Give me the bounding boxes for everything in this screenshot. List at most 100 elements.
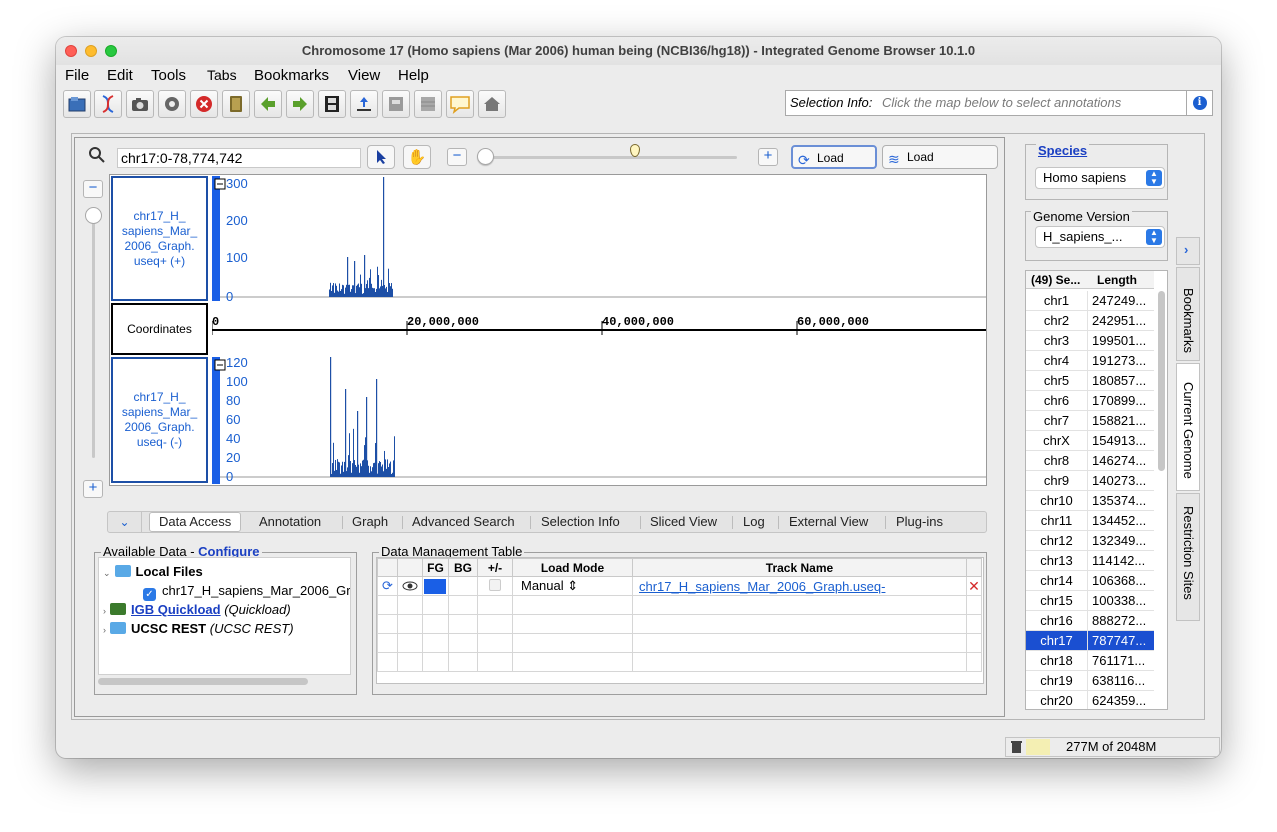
list-item[interactable]: chr2 242951... [1026, 311, 1154, 331]
list-item[interactable]: chr8 146274... [1026, 451, 1154, 471]
list-item[interactable]: chr20 624359... [1026, 691, 1154, 709]
track-label-plus[interactable]: chr17_H_ sapiens_Mar_ 2006_Graph. useq+ … [111, 176, 208, 301]
refresh-icon[interactable]: ⟳ [377, 576, 398, 596]
search-icon[interactable] [87, 145, 107, 165]
home-icon[interactable] [478, 90, 506, 118]
list-item[interactable]: chr6 170899... [1026, 391, 1154, 411]
close-window-button[interactable] [65, 45, 77, 57]
trash-icon[interactable] [1010, 740, 1023, 754]
eye-icon[interactable] [397, 576, 423, 596]
seq-header[interactable]: (49) Se... [1031, 273, 1080, 287]
gear-icon[interactable] [158, 90, 186, 118]
film-icon[interactable] [318, 90, 346, 118]
delete-icon[interactable]: ✕ [966, 576, 982, 596]
zoom-out-button[interactable]: − [447, 148, 467, 166]
panel-icon[interactable] [382, 90, 410, 118]
vertical-scrollbar[interactable] [1158, 291, 1165, 471]
strand-toggle[interactable] [477, 576, 513, 596]
dmt-header-bg[interactable]: BG [448, 558, 478, 577]
tree-ucsc-rest[interactable]: › UCSC REST (UCSC REST) [103, 620, 294, 638]
fg-color-swatch[interactable] [422, 576, 449, 596]
load-sequence-button[interactable]: ≋ Load Sequence [882, 145, 998, 186]
list-item[interactable]: chr4 191273... [1026, 351, 1154, 371]
tab-selection-info[interactable]: Selection Info [541, 513, 620, 531]
tab-annotation[interactable]: Annotation [259, 513, 321, 531]
pan-tool-button[interactable]: ✋ [403, 145, 431, 169]
horizontal-zoom-knob[interactable] [477, 148, 494, 165]
list-item[interactable]: chr9 140273... [1026, 471, 1154, 491]
tree-quickload[interactable]: › IGB Quickload (Quickload) [103, 601, 291, 619]
list-item[interactable]: chr19 638116... [1026, 671, 1154, 691]
list-item[interactable]: chr10 135374... [1026, 491, 1154, 511]
comment-icon[interactable] [446, 90, 474, 118]
minimize-window-button[interactable] [85, 45, 97, 57]
table-row[interactable]: ⟳ Manual ⇕ chr17_H_sapiens_Mar_2006_Grap… [377, 576, 982, 596]
tab-advanced-search[interactable]: Advanced Search [412, 513, 515, 531]
list-item[interactable]: chr1 247249... [1026, 291, 1154, 311]
vertical-zoom-out-button[interactable]: − [83, 180, 103, 198]
bg-color-swatch[interactable] [448, 576, 478, 596]
tab-log[interactable]: Log [743, 513, 765, 531]
vertical-zoom-slider[interactable] [92, 210, 95, 458]
checkbox-icon[interactable]: ✓ [143, 588, 156, 601]
selection-info-field[interactable]: Selection Info: Click the map below to s… [785, 90, 1213, 116]
genome-version-select[interactable]: H_sapiens_... ▲ ▼ [1035, 226, 1165, 248]
menu-view[interactable]: View [348, 67, 380, 84]
arrow-left-icon[interactable] [254, 90, 282, 118]
horizontal-zoom-slider[interactable] [483, 156, 737, 159]
dna-icon[interactable] [94, 90, 122, 118]
grid-icon[interactable] [414, 90, 442, 118]
tree-local-files[interactable]: ⌄ Local Files [103, 563, 203, 581]
dmt-header-track-name[interactable]: Track Name [632, 558, 967, 577]
list-item[interactable]: chr12 132349... [1026, 531, 1154, 551]
list-item[interactable]: chr3 199501... [1026, 331, 1154, 351]
expand-panel-button[interactable]: › [1176, 237, 1200, 265]
vtab-current-genome[interactable]: Current Genome [1176, 363, 1200, 491]
menu-file[interactable]: File [65, 67, 89, 84]
list-item[interactable]: chr18 761171... [1026, 651, 1154, 671]
vtab-restriction-sites[interactable]: Restriction Sites [1176, 493, 1200, 621]
menu-help[interactable]: Help [398, 67, 429, 84]
menu-tools[interactable]: Tools [151, 67, 186, 84]
stop-icon[interactable] [190, 90, 218, 118]
tab-plug-ins[interactable]: Plug-ins [896, 513, 943, 531]
vtab-bookmarks[interactable]: Bookmarks [1176, 267, 1200, 361]
select-tool-button[interactable] [367, 145, 395, 169]
chevron-down-icon[interactable]: ⌄ [108, 512, 142, 532]
open-file-icon[interactable] [63, 90, 91, 118]
species-link[interactable]: Species [1036, 143, 1090, 158]
track-label-minus[interactable]: chr17_H_ sapiens_Mar_ 2006_Graph. useq- … [111, 357, 208, 483]
list-item[interactable]: chr17 787747... [1026, 631, 1154, 651]
list-item[interactable]: chr16 888272... [1026, 611, 1154, 631]
species-select[interactable]: Homo sapiens ▲ ▼ [1035, 167, 1165, 189]
load-data-button[interactable]: ⟳ Load Data [791, 145, 877, 187]
tab-graph[interactable]: Graph [352, 513, 388, 531]
info-icon[interactable]: i [1186, 91, 1212, 115]
menu-tabs[interactable]: Tabs [207, 67, 237, 83]
horizontal-scrollbar[interactable] [98, 678, 308, 685]
menu-edit[interactable]: Edit [107, 67, 133, 84]
list-item[interactable]: chrX 154913... [1026, 431, 1154, 451]
export-icon[interactable] [350, 90, 378, 118]
track-label-coordinates[interactable]: Coordinates [111, 303, 208, 355]
tab-sliced-view[interactable]: Sliced View [650, 513, 717, 531]
maximize-window-button[interactable] [105, 45, 117, 57]
list-item[interactable]: chr11 134452... [1026, 511, 1154, 531]
track-name-cell[interactable]: chr17_H_sapiens_Mar_2006_Graph.useq- [632, 576, 967, 596]
list-item[interactable]: chr15 100338... [1026, 591, 1154, 611]
vertical-zoom-knob[interactable] [85, 207, 102, 224]
list-item[interactable]: chr5 180857... [1026, 371, 1154, 391]
length-header[interactable]: Length [1097, 273, 1137, 287]
tree-local-file[interactable]: ✓ chr17_H_sapiens_Mar_2006_Gra [143, 582, 350, 601]
list-item[interactable]: chr7 158821... [1026, 411, 1154, 431]
vertical-zoom-in-button[interactable]: + [83, 480, 103, 498]
zoom-in-button[interactable]: + [758, 148, 778, 166]
location-input[interactable]: chr17:0-78,774,742 [117, 148, 361, 168]
tab-data-access[interactable]: Data Access [149, 512, 242, 532]
camera-icon[interactable] [126, 90, 154, 118]
dmt-header-plus-minus[interactable]: +/- [477, 558, 513, 577]
bookmark-book-icon[interactable] [222, 90, 250, 118]
arrow-right-icon[interactable] [286, 90, 314, 118]
load-mode-select[interactable]: Manual ⇕ [512, 576, 633, 596]
tab-external-view[interactable]: External View [789, 513, 868, 531]
